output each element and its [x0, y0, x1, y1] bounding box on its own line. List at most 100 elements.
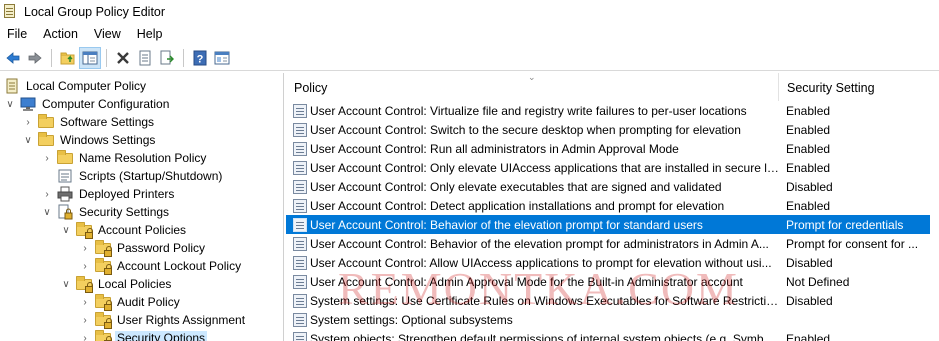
- policy-setting-icon: [293, 198, 307, 213]
- tree-item-local-policies[interactable]: ∨ Local Policies: [60, 275, 173, 293]
- menu-view[interactable]: View: [86, 24, 129, 44]
- tree-item-computer-configuration[interactable]: ∨ Computer Configuration: [4, 95, 171, 113]
- menu-action[interactable]: Action: [35, 24, 86, 44]
- tree-item-deployed-printers[interactable]: › Deployed Printers: [41, 185, 176, 203]
- tree-item-name-resolution-policy[interactable]: › Name Resolution Policy: [41, 149, 208, 167]
- security-setting-value: Enabled: [786, 141, 831, 156]
- policy-name: System settings: Use Certificate Rules o…: [310, 293, 779, 308]
- security-setting-value: Enabled: [786, 160, 831, 175]
- tree-item-password-policy[interactable]: › Password Policy: [79, 239, 207, 257]
- up-one-level-button[interactable]: [57, 47, 79, 69]
- tree-item-audit-policy[interactable]: › Audit Policy: [79, 293, 182, 311]
- forward-button[interactable]: [24, 47, 46, 69]
- policy-setting-icon: [293, 179, 307, 194]
- policy-setting-icon: [293, 274, 307, 289]
- sort-caret-icon: ⌄: [528, 73, 536, 82]
- scripts-icon: [57, 168, 73, 184]
- column-header-label: Policy: [294, 81, 328, 95]
- menu-file[interactable]: File: [0, 24, 35, 44]
- table-row[interactable]: System settings: Use Certificate Rules o…: [286, 291, 930, 310]
- chevron-right-icon[interactable]: ›: [41, 185, 53, 203]
- extended-view-icon: [214, 51, 230, 64]
- policy-list[interactable]: ⌄ Policy Security Setting User Account C…: [286, 73, 939, 341]
- tree-item-software-settings[interactable]: › Software Settings: [22, 113, 156, 131]
- policy-setting-icon: [293, 217, 307, 232]
- security-setting-value: Prompt for credentials: [786, 217, 904, 232]
- delete-button[interactable]: [112, 47, 134, 69]
- help-button[interactable]: ?: [189, 47, 211, 69]
- table-row[interactable]: User Account Control: Switch to the secu…: [286, 120, 930, 139]
- toolbar-separator: [106, 48, 107, 67]
- chevron-right-icon[interactable]: ›: [22, 113, 34, 131]
- chevron-right-icon[interactable]: ›: [79, 311, 91, 329]
- properties-button[interactable]: [134, 47, 156, 69]
- tree-item-label: Password Policy: [117, 241, 206, 255]
- policy-setting-icon: [293, 160, 307, 175]
- back-arrow-icon: [6, 51, 20, 64]
- policy-name: User Account Control: Admin Approval Mod…: [310, 274, 743, 289]
- chevron-right-icon[interactable]: ›: [79, 257, 91, 275]
- table-row[interactable]: User Account Control: Only elevate UIAcc…: [286, 158, 930, 177]
- folder-icon: [57, 150, 73, 166]
- table-row[interactable]: User Account Control: Allow UIAccess app…: [286, 253, 930, 272]
- show-hide-console-tree-button[interactable]: [79, 46, 101, 69]
- table-row[interactable]: System objects: Strengthen default permi…: [286, 329, 930, 341]
- export-list-icon: [160, 50, 174, 64]
- console-tree[interactable]: Local Computer Policy ∨ Computer Configu…: [0, 73, 284, 341]
- tree-item-label: Security Settings: [79, 205, 170, 219]
- chevron-right-icon[interactable]: ›: [79, 239, 91, 257]
- tree-item-account-lockout-policy[interactable]: › Account Lockout Policy: [79, 257, 243, 275]
- table-row[interactable]: System settings: Optional subsystems: [286, 310, 930, 329]
- policy-setting-icon: [293, 255, 307, 270]
- tree-item-label: User Rights Assignment: [117, 313, 246, 327]
- table-row[interactable]: User Account Control: Virtualize file an…: [286, 101, 930, 120]
- security-setting-value: Enabled: [786, 331, 831, 341]
- tree-item-label: Software Settings: [60, 115, 155, 129]
- export-list-button[interactable]: [156, 47, 178, 69]
- folder-lock-icon: [95, 258, 112, 275]
- table-row[interactable]: User Account Control: Behavior of the el…: [286, 234, 930, 253]
- chevron-down-icon[interactable]: ∨: [60, 275, 72, 293]
- policy-name: User Account Control: Only elevate execu…: [310, 179, 722, 194]
- table-row[interactable]: User Account Control: Only elevate execu…: [286, 177, 930, 196]
- tree-item-scripts[interactable]: Scripts (Startup/Shutdown): [57, 167, 224, 185]
- table-row-selected[interactable]: User Account Control: Behavior of the el…: [286, 215, 930, 234]
- policy-setting-icon: [293, 293, 307, 308]
- tree-item-local-computer-policy[interactable]: Local Computer Policy: [4, 77, 148, 95]
- tree-item-account-policies[interactable]: ∨ Account Policies: [60, 221, 188, 239]
- table-row[interactable]: User Account Control: Admin Approval Mod…: [286, 272, 930, 291]
- table-row[interactable]: User Account Control: Run all administra…: [286, 139, 930, 158]
- chevron-right-icon[interactable]: ›: [79, 293, 91, 311]
- folder-lock-icon: [76, 222, 93, 239]
- printer-icon: [57, 186, 73, 202]
- table-row[interactable]: User Account Control: Detect application…: [286, 196, 930, 215]
- tree-item-label: Deployed Printers: [79, 187, 175, 201]
- column-header-security-setting[interactable]: Security Setting: [779, 73, 939, 101]
- chevron-down-icon[interactable]: ∨: [22, 131, 34, 149]
- tree-item-security-options[interactable]: › Security Options: [79, 329, 208, 341]
- toolbar: ?: [0, 45, 939, 71]
- back-button[interactable]: [2, 47, 24, 69]
- tree-item-label: Audit Policy: [117, 295, 180, 309]
- chevron-right-icon[interactable]: ›: [41, 149, 53, 167]
- properties-icon: [139, 50, 151, 65]
- security-settings-icon: [57, 204, 73, 220]
- chevron-down-icon[interactable]: ∨: [41, 203, 53, 221]
- column-header-policy[interactable]: ⌄ Policy: [286, 73, 779, 101]
- tree-item-label: Local Policies: [98, 277, 172, 291]
- toolbar-separator: [51, 48, 52, 67]
- tree-item-user-rights-assignment[interactable]: › User Rights Assignment: [79, 311, 247, 329]
- chevron-right-icon[interactable]: ›: [79, 329, 91, 341]
- tree-item-windows-settings[interactable]: ∨ Windows Settings: [22, 131, 157, 149]
- folder-lock-icon: [95, 312, 112, 329]
- policy-name: User Account Control: Only elevate UIAcc…: [310, 160, 779, 175]
- list-header: ⌄ Policy Security Setting: [286, 73, 939, 101]
- policy-name: User Account Control: Switch to the secu…: [310, 122, 741, 137]
- tree-item-label: Local Computer Policy: [26, 79, 147, 93]
- policy-name: System objects: Strengthen default permi…: [310, 331, 779, 341]
- tree-item-security-settings[interactable]: ∨ Security Settings: [41, 203, 171, 221]
- extended-view-button[interactable]: [211, 47, 233, 69]
- menu-help[interactable]: Help: [129, 24, 171, 44]
- chevron-down-icon[interactable]: ∨: [4, 95, 16, 113]
- chevron-down-icon[interactable]: ∨: [60, 221, 72, 239]
